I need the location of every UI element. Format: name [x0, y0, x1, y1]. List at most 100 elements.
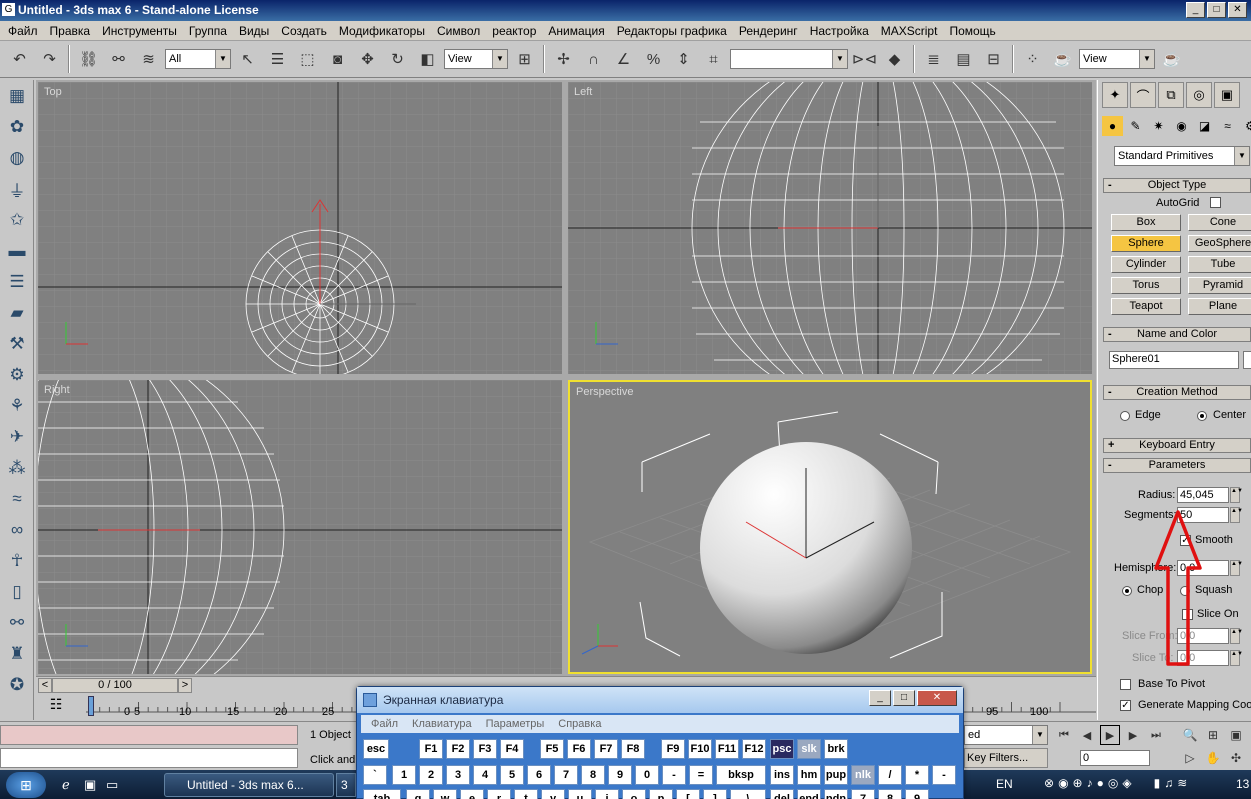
cylinder-button[interactable]: Cylinder: [1111, 256, 1181, 273]
undo-icon[interactable]: ↶: [6, 46, 33, 73]
quick-launch-ie-icon[interactable]: ℯ: [62, 777, 70, 793]
taskbar-button-2[interactable]: 3: [336, 773, 356, 797]
rollout-parameters[interactable]: - Parameters: [1103, 458, 1251, 473]
play-icon[interactable]: ▶: [1100, 725, 1120, 745]
menu-rendering[interactable]: Рендеринг: [733, 24, 804, 38]
window-crossing-icon[interactable]: ◙: [324, 46, 351, 73]
camera-tab-icon[interactable]: ✈: [2, 422, 32, 452]
window-title-bar[interactable]: Untitled - 3ds max 6 - Stand-alone Licen…: [0, 0, 1251, 21]
shapes-icon[interactable]: ✎: [1125, 116, 1146, 136]
sphere-tab-icon[interactable]: ◍: [2, 143, 32, 173]
key-6[interactable]: 6: [527, 765, 551, 785]
osk-minimize-button[interactable]: _: [869, 690, 891, 706]
percent-snap-icon[interactable]: %: [640, 46, 667, 73]
close-button[interactable]: ✕: [1228, 2, 1247, 18]
gear-tab-icon[interactable]: ⚙: [2, 360, 32, 390]
key-u[interactable]: u: [568, 789, 592, 799]
track-bar-menu-icon[interactable]: ☷: [44, 696, 68, 716]
snaps-toggle-icon[interactable]: ∩: [580, 46, 607, 73]
object-color-swatch[interactable]: [1243, 351, 1251, 369]
tray-volume-icon[interactable]: ♫: [1164, 776, 1173, 790]
minimize-button[interactable]: _: [1186, 2, 1205, 18]
key-8[interactable]: 8: [581, 765, 605, 785]
generate-mapping-checkbox[interactable]: ✓: [1120, 700, 1131, 711]
autogrid-checkbox[interactable]: [1210, 197, 1221, 208]
rollout-name-color[interactable]: - Name and Color: [1103, 327, 1251, 342]
edge-radio[interactable]: [1120, 411, 1130, 421]
key-esc[interactable]: esc: [363, 739, 389, 759]
key-y[interactable]: y: [541, 789, 565, 799]
viewport-label-left[interactable]: Left: [574, 86, 592, 98]
biped-tab-icon[interactable]: ☥: [2, 546, 32, 576]
field-of-view-icon[interactable]: ▷: [1180, 748, 1200, 768]
scale-icon[interactable]: ◧: [414, 46, 441, 73]
helpers-icon[interactable]: ◪: [1194, 116, 1215, 136]
key-equals[interactable]: =: [689, 765, 713, 785]
key-home[interactable]: hm: [797, 765, 821, 785]
viewport-label-right[interactable]: Right: [44, 384, 70, 396]
hierarchy-tab-icon[interactable]: ⧉: [1158, 82, 1184, 108]
menu-views[interactable]: Виды: [233, 24, 275, 38]
app-icon[interactable]: G: [2, 3, 15, 16]
particles-tab-icon[interactable]: ⁂: [2, 453, 32, 483]
rollout-creation-method[interactable]: - Creation Method: [1103, 385, 1251, 400]
create-tab-icon[interactable]: ✦: [1102, 82, 1128, 108]
time-frame-indicator[interactable]: 0 / 100: [52, 678, 178, 693]
key-5[interactable]: 5: [500, 765, 524, 785]
osk-menu-file[interactable]: Файл: [371, 715, 398, 733]
osk-menu-keyboard[interactable]: Клавиатура: [412, 715, 472, 733]
go-to-end-icon[interactable]: ⏭: [1146, 725, 1166, 745]
arc-rotate-icon[interactable]: ✣: [1226, 748, 1246, 768]
key-f8[interactable]: F8: [621, 739, 645, 759]
stack-tab-icon[interactable]: ☰: [2, 267, 32, 297]
key-num-7[interactable]: 7: [851, 789, 875, 799]
cameras-icon[interactable]: ◉: [1171, 116, 1192, 136]
key-pagedown[interactable]: pdn: [824, 789, 848, 799]
tray-status-icon[interactable]: ●: [1097, 776, 1104, 790]
current-frame-input[interactable]: 0: [1080, 750, 1150, 766]
time-slider-handle[interactable]: [88, 696, 94, 716]
space-warps-icon[interactable]: ≈: [1217, 116, 1238, 136]
render-type-dropdown[interactable]: View ▼: [1079, 49, 1155, 69]
key-tab[interactable]: tab: [363, 789, 401, 799]
key-f2[interactable]: F2: [446, 739, 470, 759]
cone-button[interactable]: Cone: [1188, 214, 1251, 231]
mirror-icon[interactable]: ⊳⊲: [851, 46, 878, 73]
rectangular-selection-icon[interactable]: ⬚: [294, 46, 321, 73]
menu-create[interactable]: Создать: [275, 24, 333, 38]
menu-tools[interactable]: Инструменты: [96, 24, 183, 38]
select-object-icon[interactable]: ↖: [234, 46, 261, 73]
osk-maximize-button[interactable]: □: [893, 690, 915, 706]
systems-tab-icon[interactable]: ∞: [2, 515, 32, 545]
utility-tab-icon[interactable]: ✪: [2, 670, 32, 700]
key-mode-dropdown[interactable]: ed ▼: [964, 725, 1048, 745]
wrench-tab-icon[interactable]: ⚒: [2, 329, 32, 359]
key-f1[interactable]: F1: [419, 739, 443, 759]
key-e[interactable]: e: [460, 789, 484, 799]
rollout-object-type[interactable]: - Object Type: [1103, 178, 1251, 193]
maximize-button[interactable]: □: [1207, 2, 1226, 18]
previous-frame-icon[interactable]: ◀: [1077, 725, 1097, 745]
tray-update-icon[interactable]: ◎: [1108, 776, 1118, 790]
on-screen-keyboard-window[interactable]: Экранная клавиатура _ □ ✕ Файл Клавиатур…: [356, 686, 964, 799]
menu-group[interactable]: Группа: [183, 24, 233, 38]
systems-icon[interactable]: ⚙: [1240, 116, 1251, 136]
lights-icon[interactable]: ✷: [1148, 116, 1169, 136]
plane-button[interactable]: Plane: [1188, 298, 1251, 315]
key-f9[interactable]: F9: [661, 739, 685, 759]
radius-input[interactable]: 45,045: [1177, 487, 1229, 503]
key-p[interactable]: p: [649, 789, 673, 799]
primitive-type-dropdown[interactable]: Standard Primitives ▼: [1114, 146, 1250, 166]
select-manipulate-icon[interactable]: ✢: [550, 46, 577, 73]
key-num-minus[interactable]: -: [932, 765, 956, 785]
tray-network-icon[interactable]: ⊕: [1073, 776, 1083, 790]
key-f10[interactable]: F10: [688, 739, 712, 759]
clock[interactable]: 13: [1236, 777, 1249, 791]
osk-menu-help[interactable]: Справка: [558, 715, 601, 733]
tray-wifi-icon[interactable]: ≋: [1177, 776, 1187, 790]
unlink-icon[interactable]: ⚯: [105, 46, 132, 73]
time-next-button[interactable]: >: [178, 678, 192, 693]
key-f3[interactable]: F3: [473, 739, 497, 759]
viewport-label-top[interactable]: Top: [44, 86, 62, 98]
maxscript-listener[interactable]: [0, 725, 298, 745]
